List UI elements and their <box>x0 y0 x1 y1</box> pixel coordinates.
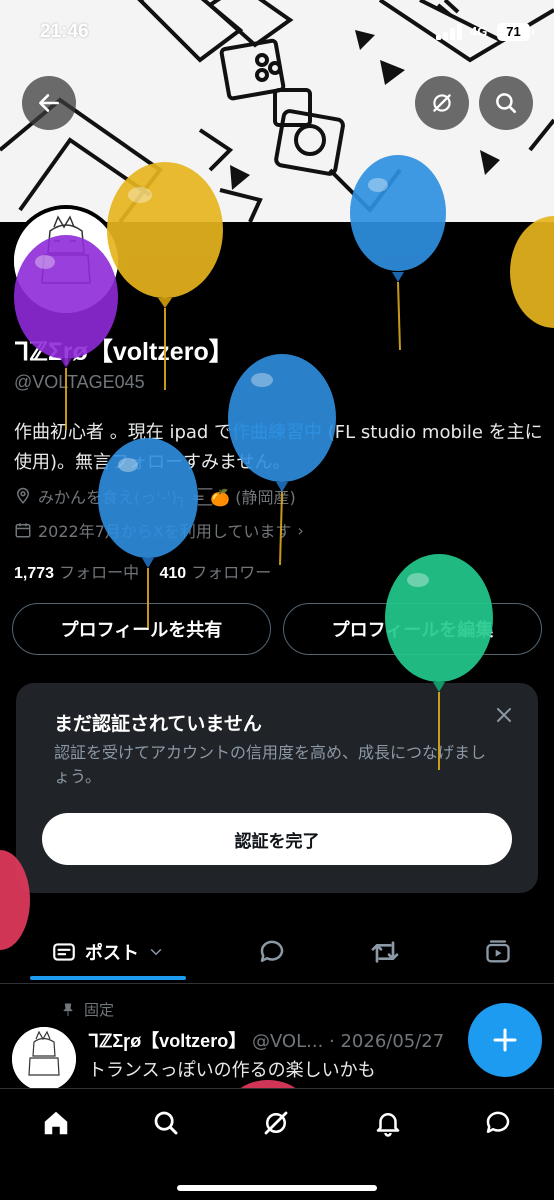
search-icon <box>496 93 517 114</box>
profile-joined[interactable]: 2022年7月からXを利用しています › <box>14 518 304 542</box>
search-icon <box>154 1111 178 1135</box>
location-icon <box>16 487 30 504</box>
calendar-icon <box>15 523 31 538</box>
post-meta: @VOL... · 2026/05/27 <box>251 1031 445 1052</box>
nav-notifications[interactable] <box>370 1105 406 1141</box>
messages-icon <box>486 1111 510 1133</box>
follow-stats: 1,773 フォロー中 410 フォロワー <box>14 559 271 583</box>
pinned-label-row: 固定 <box>60 999 114 1020</box>
profile-name: ᒣℤΣɼø【voltzero】 <box>14 338 234 366</box>
grok-icon <box>264 1111 288 1135</box>
profile-location: みかんを食え(っ'-')╮ =͟͟͞͞ 🍊 (静岡産) <box>14 484 296 508</box>
post-text[interactable]: トランスっぽいの作るの楽しいかも <box>88 1056 376 1082</box>
edit-profile-button[interactable]: プロフィールを編集 <box>283 603 542 655</box>
following-label: フォロー中 <box>59 563 140 582</box>
avatar-drawing <box>14 209 118 313</box>
battery-indicator: 71 <box>497 23 534 41</box>
pinned-label: 固定 <box>84 1001 115 1019</box>
grok-button[interactable] <box>415 76 469 130</box>
chevron-down-icon <box>150 949 162 956</box>
joined-text: 2022年7月からXを利用しています <box>38 522 292 541</box>
following-count: 1,773 <box>14 565 55 582</box>
tab-media[interactable] <box>474 922 522 982</box>
bio-text-start: 作曲初心者 。現在 ipad で <box>14 422 233 443</box>
repost-icon <box>371 941 399 963</box>
post-avatar[interactable] <box>12 1027 76 1091</box>
balloon-yellow-right <box>510 216 554 328</box>
tab-posts-label: ポスト <box>85 943 139 964</box>
profile-bio: 作曲初心者 。現在 ipad で作曲練習中 (FL studio mobile … <box>14 418 544 478</box>
compose-post-button[interactable] <box>468 1003 542 1077</box>
bio-link[interactable]: 作曲練習中 <box>232 422 322 443</box>
followers-label: フォロワー <box>191 563 272 582</box>
followers-link[interactable]: 410 フォロワー <box>160 563 272 582</box>
nav-home[interactable] <box>38 1105 74 1141</box>
location-text: みかんを食え(っ'-')╮ =͟͟͞͞ 🍊 (静岡産) <box>38 488 296 507</box>
status-time: 21:46 <box>40 21 89 42</box>
close-icon[interactable] <box>492 703 516 727</box>
verification-card: まだ認証されていません 認証を受けてアカウントの信用度を高め、成長につなげましょ… <box>16 683 538 893</box>
media-icon <box>486 940 510 963</box>
verification-title: まだ認証されていません <box>54 713 262 735</box>
search-button[interactable] <box>479 76 533 130</box>
share-profile-button[interactable]: プロフィールを共有 <box>12 603 271 655</box>
tab-reposts[interactable] <box>361 922 409 982</box>
profile-handle: @VOLTAGE045 <box>14 372 145 392</box>
grok-icon <box>433 94 451 112</box>
notifications-icon <box>376 1113 400 1137</box>
pin-icon <box>63 1003 73 1016</box>
network-label: 4G <box>470 24 488 39</box>
reply-icon <box>260 940 284 962</box>
bottom-navigation <box>0 1088 554 1200</box>
avatar-drawing <box>12 1027 76 1091</box>
following-link[interactable]: 1,773 フォロー中 <box>14 563 139 582</box>
post-author-name[interactable]: ᒣℤΣɼø【voltzero】 <box>88 1031 246 1051</box>
profile-tabs: ポスト <box>0 922 554 984</box>
complete-verification-button[interactable]: 認証を完了 <box>42 813 512 865</box>
nav-search[interactable] <box>148 1105 184 1141</box>
verification-text: 認証を受けてアカウントの信用度を高め、成長につなげましょう。 <box>54 743 487 786</box>
post-header: ᒣℤΣɼø【voltzero】 @VOL... · 2026/05/27 <box>88 1027 468 1053</box>
joined-chevron-icon: › <box>297 520 304 540</box>
followers-count: 410 <box>159 565 187 582</box>
plus-icon <box>493 1028 517 1052</box>
signal-icon <box>436 24 462 40</box>
profile-avatar[interactable] <box>10 205 122 317</box>
back-arrow-icon <box>39 94 59 112</box>
nav-grok[interactable] <box>258 1105 294 1141</box>
home-indicator[interactable] <box>177 1185 377 1191</box>
nav-messages[interactable] <box>480 1105 516 1141</box>
tab-replies[interactable] <box>248 922 296 982</box>
home-icon <box>44 1111 68 1135</box>
tab-posts[interactable]: ポスト <box>30 922 186 982</box>
back-button[interactable] <box>22 76 76 130</box>
posts-icon <box>53 943 75 961</box>
status-bar: 21:46 4G 71 <box>0 0 554 64</box>
